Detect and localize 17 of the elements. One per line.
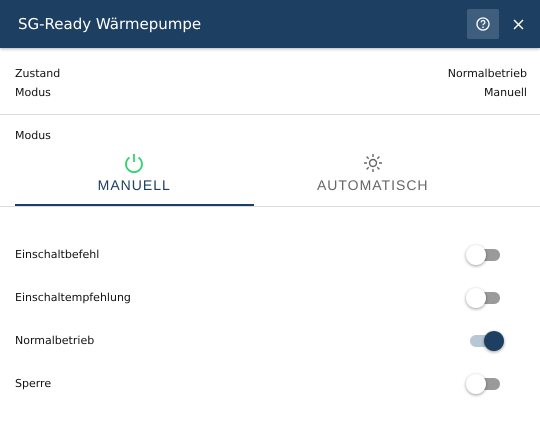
help-button[interactable]: [467, 9, 499, 39]
close-icon: [513, 18, 524, 30]
mode-tab[interactable]: AUTOMATISCH: [254, 152, 492, 206]
switch-label: Normalbetrieb: [15, 334, 94, 347]
mode-label: Modus: [14, 129, 52, 142]
info-label: Modus: [15, 85, 51, 101]
info-value: Normalbetrieb: [448, 66, 527, 82]
sun-icon: [362, 152, 384, 174]
info-label: Zustand: [15, 66, 60, 82]
window-title: SG-Ready Wärmepumpe: [18, 15, 202, 33]
switch-label: Sperre: [15, 377, 52, 390]
power-icon: [123, 152, 146, 174]
switch-label: Einschaltempfehlung: [15, 291, 131, 304]
switch-label: Einschaltbefehl: [15, 248, 100, 261]
help-icon: [476, 17, 490, 31]
info-value: Manuell: [484, 85, 527, 101]
mode-tab[interactable]: MANUELL: [15, 152, 254, 206]
